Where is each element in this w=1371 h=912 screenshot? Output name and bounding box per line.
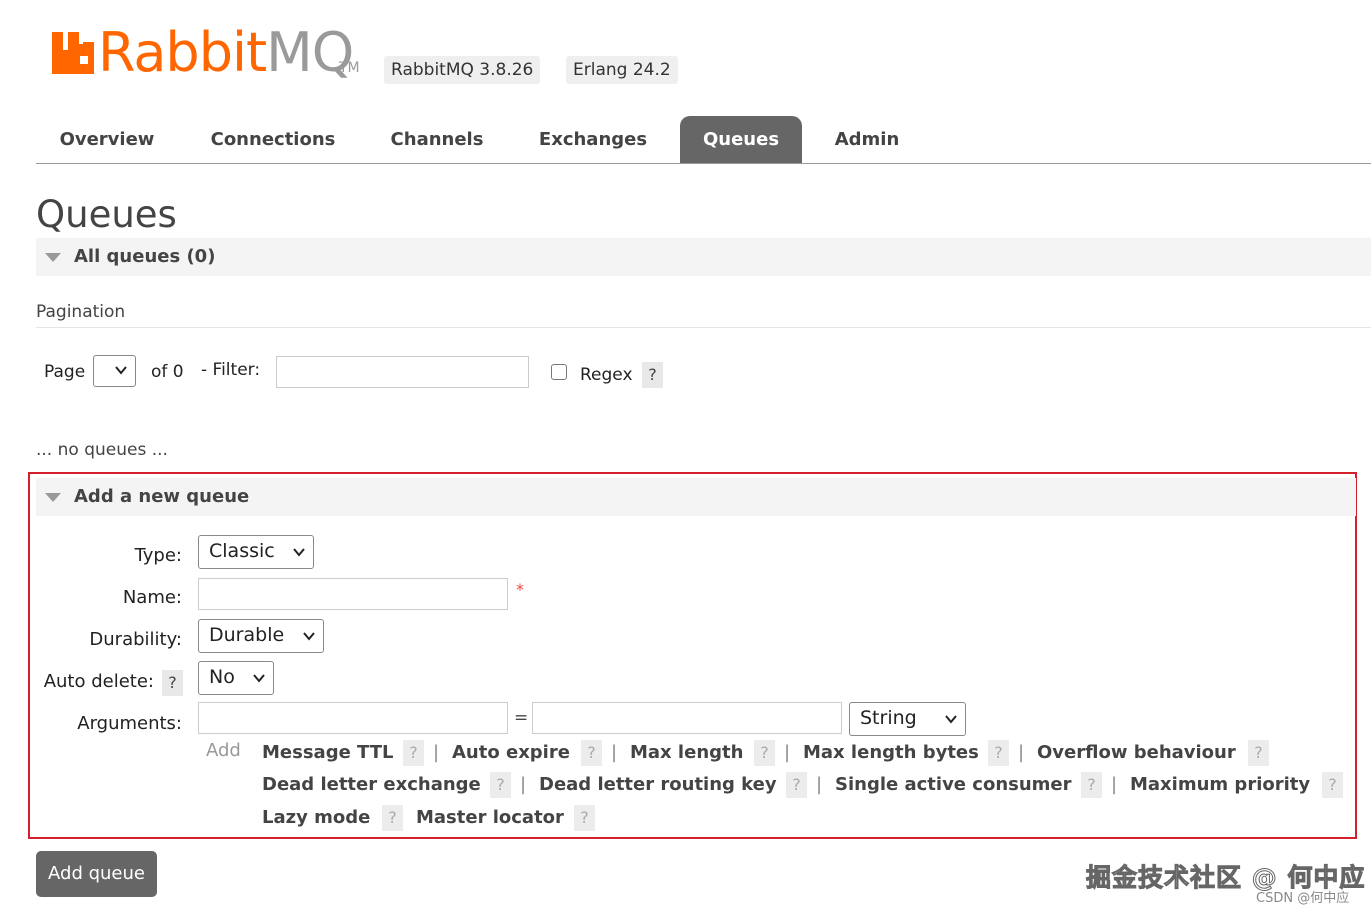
collapse-triangle-icon: [45, 493, 61, 502]
arg-link-overflow-behaviour[interactable]: Overflow behaviour: [1037, 742, 1236, 763]
erlang-badge: Erlang 24.2: [566, 56, 678, 84]
main-nav: Overview Connections Channels Exchanges …: [36, 116, 1371, 164]
tab-exchanges[interactable]: Exchanges: [524, 116, 662, 163]
arg-link-message-ttl[interactable]: Message TTL: [262, 742, 394, 763]
separator: |: [433, 742, 440, 763]
chevron-down-icon: [945, 715, 957, 724]
arg-link-dead-letter-exchange[interactable]: Dead letter exchange: [262, 774, 481, 795]
no-queues-message: ... no queues ...: [36, 440, 168, 460]
logo-trademark: TM: [339, 60, 360, 76]
arg-link-max-length-bytes[interactable]: Max length bytes: [803, 742, 979, 763]
name-label: Name:: [122, 587, 182, 608]
add-queue-toggle[interactable]: Add a new queue: [36, 478, 1356, 516]
page-of-text: of 0: [151, 362, 184, 382]
type-select[interactable]: Classic: [198, 535, 314, 569]
message-ttl-help-button[interactable]: ?: [403, 740, 424, 766]
argument-key-input[interactable]: [198, 702, 508, 734]
separator: |: [1111, 774, 1118, 795]
dead-letter-exchange-help-button[interactable]: ?: [490, 772, 511, 798]
auto-expire-help-button[interactable]: ?: [581, 740, 602, 766]
auto-delete-select-value: No: [209, 666, 235, 688]
separator: |: [784, 742, 791, 763]
arg-link-master-locator[interactable]: Master locator: [416, 807, 564, 828]
arguments-label: Arguments:: [77, 713, 182, 734]
add-label: Add: [206, 740, 241, 761]
regex-help-button[interactable]: ?: [642, 362, 663, 388]
auto-delete-label: Auto delete:: [43, 671, 154, 692]
filter-input[interactable]: [276, 356, 529, 388]
max-length-bytes-help-button[interactable]: ?: [988, 740, 1009, 766]
auto-delete-help-button[interactable]: ?: [162, 670, 183, 696]
separator: |: [611, 742, 618, 763]
rabbitmq-logo-icon: [52, 32, 94, 74]
watermark-sub: CSDN @何中应: [1256, 891, 1350, 906]
page-label: Page: [44, 362, 86, 382]
overflow-behaviour-help-button[interactable]: ?: [1248, 740, 1269, 766]
all-queues-heading: All queues (0): [74, 246, 216, 267]
pagination-heading: Pagination: [36, 302, 126, 322]
regex-label: Regex: [580, 365, 633, 385]
durability-select-value: Durable: [209, 624, 285, 646]
type-label: Type:: [134, 545, 182, 566]
regex-checkbox[interactable]: [551, 364, 567, 380]
tab-admin[interactable]: Admin: [820, 116, 914, 163]
required-asterisk: *: [516, 580, 524, 599]
argument-type-select[interactable]: String: [849, 702, 966, 736]
chevron-down-icon: [303, 632, 315, 641]
durability-select[interactable]: Durable: [198, 619, 324, 653]
tab-overview[interactable]: Overview: [36, 116, 178, 163]
all-queues-toggle[interactable]: All queues (0): [36, 238, 1371, 276]
max-length-help-button[interactable]: ?: [754, 740, 775, 766]
single-active-consumer-help-button[interactable]: ?: [1081, 772, 1102, 798]
chevron-down-icon: [293, 548, 305, 557]
chevron-down-icon: [115, 366, 127, 375]
filter-label: - Filter:: [201, 360, 261, 380]
arg-link-maximum-priority[interactable]: Maximum priority: [1130, 774, 1310, 795]
tab-connections[interactable]: Connections: [196, 116, 350, 163]
tab-channels[interactable]: Channels: [376, 116, 498, 163]
arg-link-auto-expire[interactable]: Auto expire: [452, 742, 570, 763]
durability-label: Durability:: [89, 629, 182, 650]
page-select[interactable]: [93, 355, 136, 387]
arg-link-lazy-mode[interactable]: Lazy mode: [262, 807, 370, 828]
dead-letter-routing-key-help-button[interactable]: ?: [786, 772, 807, 798]
divider: [36, 327, 1371, 328]
add-queue-heading: Add a new queue: [74, 486, 250, 507]
tab-queues[interactable]: Queues: [680, 116, 802, 163]
separator: |: [1018, 742, 1025, 763]
maximum-priority-help-button[interactable]: ?: [1322, 772, 1343, 798]
separator: |: [520, 774, 527, 795]
logo-wordmark: RabbitMQ: [98, 21, 354, 84]
chevron-down-icon: [253, 674, 265, 683]
master-locator-help-button[interactable]: ?: [574, 805, 595, 831]
queue-name-input[interactable]: [198, 578, 508, 610]
auto-delete-select[interactable]: No: [198, 661, 274, 695]
separator: |: [816, 774, 823, 795]
lazy-mode-help-button[interactable]: ?: [382, 805, 403, 831]
page-title: Queues: [36, 193, 177, 236]
logo-rabbit: Rabbit: [98, 21, 267, 84]
equals-sign: =: [514, 708, 529, 728]
arg-link-max-length[interactable]: Max length: [630, 742, 743, 763]
argument-value-input[interactable]: [532, 702, 842, 734]
add-queue-button[interactable]: Add queue: [36, 851, 157, 897]
type-select-value: Classic: [209, 540, 275, 562]
version-badge: RabbitMQ 3.8.26: [384, 56, 541, 84]
arg-link-dead-letter-routing-key[interactable]: Dead letter routing key: [539, 774, 777, 795]
argument-type-value: String: [860, 707, 917, 729]
arg-link-single-active-consumer[interactable]: Single active consumer: [835, 774, 1072, 795]
collapse-triangle-icon: [45, 253, 61, 262]
